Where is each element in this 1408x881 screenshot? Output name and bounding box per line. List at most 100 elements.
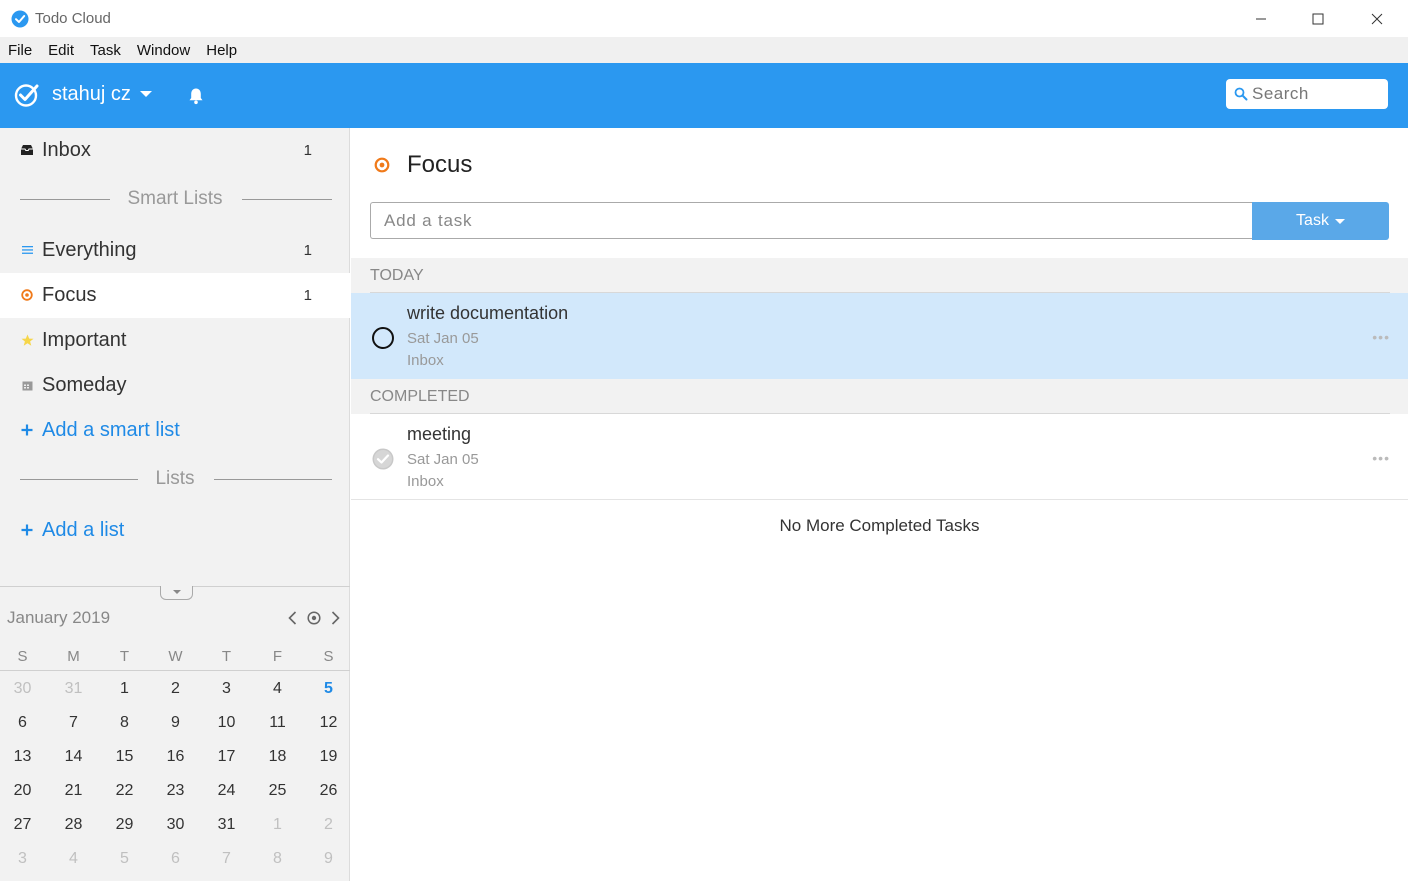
calendar-day[interactable]: 5 — [99, 850, 150, 868]
calendar-weekday-row: S M T W T F S — [0, 640, 350, 674]
calendar-day[interactable]: 4 — [48, 850, 99, 868]
calendar-day[interactable]: 25 — [252, 782, 303, 800]
calendar-day[interactable]: 8 — [99, 714, 150, 732]
account-dropdown-caret-icon[interactable] — [140, 91, 152, 97]
calendar-day[interactable]: 24 — [201, 782, 252, 800]
weekday-label: W — [168, 648, 183, 665]
sidebar-item-label: Important — [42, 329, 127, 351]
calendar-day[interactable]: 3 — [0, 850, 48, 868]
calendar-day[interactable]: 9 — [303, 850, 354, 868]
calendar-day[interactable]: 13 — [0, 748, 48, 766]
add-smart-list-label: Add a smart list — [42, 419, 180, 441]
calendar-day[interactable]: 15 — [99, 748, 150, 766]
calendar-day[interactable]: 5 — [303, 680, 354, 698]
sidebar-item-inbox[interactable]: Inbox 1 — [0, 128, 350, 173]
sidebar-item-focus[interactable]: Focus 1 — [0, 273, 350, 318]
chevron-down-icon — [1334, 218, 1345, 224]
menu-edit[interactable]: Edit — [40, 38, 82, 63]
add-task-field[interactable] — [370, 202, 1253, 239]
calendar-day[interactable]: 12 — [303, 714, 354, 732]
add-task-input[interactable] — [371, 203, 1253, 238]
sidebar-item-important[interactable]: Important — [0, 318, 350, 363]
account-name[interactable]: stahuj cz — [52, 83, 131, 106]
sidebar-item-count: 1 — [303, 242, 312, 259]
calendar-day[interactable]: 30 — [0, 680, 48, 698]
calendar-day[interactable]: 31 — [48, 680, 99, 698]
search-box[interactable] — [1226, 79, 1388, 109]
calendar-day[interactable]: 17 — [201, 748, 252, 766]
add-smart-list-button[interactable]: Add a smart list — [0, 408, 350, 453]
more-options-icon[interactable]: ••• — [1372, 450, 1390, 466]
add-list-button[interactable]: Add a list — [0, 508, 350, 553]
calendar-day[interactable]: 22 — [99, 782, 150, 800]
calendar-prev-button[interactable] — [285, 610, 299, 626]
calendar-day[interactable]: 27 — [0, 816, 48, 834]
sidebar-item-everything[interactable]: Everything 1 — [0, 228, 350, 273]
calendar-day[interactable]: 2 — [150, 680, 201, 698]
calendar-day[interactable]: 4 — [252, 680, 303, 698]
calendar-day[interactable]: 21 — [48, 782, 99, 800]
weekday-label: S — [17, 648, 28, 665]
calendar-day[interactable]: 14 — [48, 748, 99, 766]
calendar-day[interactable]: 28 — [48, 816, 99, 834]
menu-window[interactable]: Window — [129, 38, 198, 63]
lists-heading: Lists — [0, 465, 350, 495]
close-button[interactable] — [1354, 4, 1400, 34]
calendar-day[interactable]: 3 — [201, 680, 252, 698]
plus-icon — [20, 523, 34, 537]
calendar-today-button[interactable] — [307, 610, 321, 626]
menu-task[interactable]: Task — [82, 38, 129, 63]
maximize-icon — [1312, 13, 1324, 25]
calendar-day[interactable]: 1 — [252, 816, 303, 834]
task-type-dropdown-button[interactable]: Task — [1252, 202, 1389, 240]
calendar-day[interactable]: 30 — [150, 816, 201, 834]
task-checkbox-icon[interactable] — [371, 326, 395, 350]
notifications-bell-icon[interactable] — [187, 87, 205, 105]
calendar-day[interactable]: 10 — [201, 714, 252, 732]
calendar-day[interactable]: 29 — [99, 816, 150, 834]
calendar-day[interactable]: 11 — [252, 714, 303, 732]
calendar-toggle-button[interactable] — [160, 586, 193, 600]
calendar-day[interactable]: 31 — [201, 816, 252, 834]
task-row[interactable]: write documentation Sat Jan 05 Inbox ••• — [351, 293, 1408, 379]
window-title: Todo Cloud — [35, 10, 111, 27]
maximize-button[interactable] — [1295, 4, 1341, 34]
focus-icon — [20, 288, 34, 302]
menu-help[interactable]: Help — [198, 38, 245, 63]
menu-file[interactable]: File — [0, 38, 40, 63]
calendar-day[interactable]: 7 — [48, 714, 99, 732]
calendar-day[interactable]: 19 — [303, 748, 354, 766]
task-date: Sat Jan 05 — [407, 451, 479, 468]
completed-checkmark-icon[interactable] — [371, 447, 395, 471]
calendar-day[interactable]: 7 — [201, 850, 252, 868]
calendar-day[interactable]: 8 — [252, 850, 303, 868]
more-options-icon[interactable]: ••• — [1372, 329, 1390, 345]
sidebar-item-label: Someday — [42, 374, 127, 396]
inbox-icon — [20, 143, 34, 157]
calendar-day[interactable]: 23 — [150, 782, 201, 800]
page-title: Focus — [407, 151, 473, 178]
weekday-label: M — [67, 648, 80, 665]
calendar-next-button[interactable] — [328, 610, 342, 626]
minimize-button[interactable] — [1238, 4, 1284, 34]
group-header-completed: COMPLETED — [351, 379, 1408, 414]
calendar-day[interactable]: 2 — [303, 816, 354, 834]
task-row[interactable]: meeting Sat Jan 05 Inbox ••• — [351, 414, 1408, 500]
calendar-day[interactable]: 6 — [0, 714, 48, 732]
calendar-month-label: January 2019 — [7, 608, 111, 627]
calendar-day[interactable]: 6 — [150, 850, 201, 868]
calendar-day[interactable]: 9 — [150, 714, 201, 732]
logo-check-icon — [14, 84, 39, 107]
sidebar-item-someday[interactable]: Someday — [0, 363, 350, 408]
calendar-week-row: 6 7 8 9 10 11 12 — [0, 706, 350, 740]
smart-lists-heading: Smart Lists — [0, 185, 350, 215]
calendar-day[interactable]: 18 — [252, 748, 303, 766]
search-input[interactable] — [1252, 83, 1382, 105]
calendar-day[interactable]: 20 — [0, 782, 48, 800]
calendar-day[interactable]: 1 — [99, 680, 150, 698]
calendar-day[interactable]: 26 — [303, 782, 354, 800]
calendar-day[interactable]: 16 — [150, 748, 201, 766]
task-list-name: Inbox — [407, 352, 444, 369]
chevron-left-icon — [287, 611, 296, 625]
target-icon — [307, 611, 321, 625]
